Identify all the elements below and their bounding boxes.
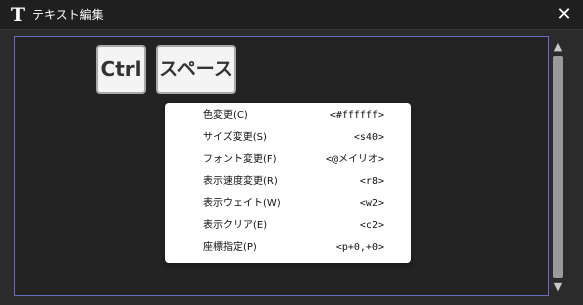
menu-item-label: 表示ウェイト(W)	[203, 198, 281, 209]
menu-item-tag: <#ffffff>	[329, 110, 384, 121]
menu-item-label: 表示クリア(E)	[203, 220, 268, 231]
scroll-up-icon[interactable]: ▲	[551, 40, 565, 54]
ctrl-key-icon: Ctrl	[96, 45, 146, 94]
menu-item-display-clear[interactable]: 表示クリア(E) <c2>	[165, 215, 411, 237]
menu-item-speed-change[interactable]: 表示速度変更(R) <r8>	[165, 171, 411, 193]
menu-item-font-change[interactable]: フォント変更(F) <@メイリオ>	[165, 149, 411, 171]
menu-item-label: フォント変更(F)	[203, 154, 277, 165]
title-bar: T テキスト編集 ✕	[0, 0, 583, 30]
menu-item-position-set[interactable]: 座標指定(P) <p+0,+0>	[165, 237, 411, 259]
menu-item-label: 表示速度変更(R)	[203, 176, 278, 187]
menu-item-tag: <p+0,+0>	[335, 242, 384, 253]
vertical-scrollbar[interactable]: ▲ ▼	[551, 40, 565, 294]
menu-item-size-change[interactable]: サイズ変更(S) <s40>	[165, 127, 411, 149]
menu-item-tag: <@メイリオ>	[325, 154, 384, 165]
text-edit-window: T テキスト編集 ✕ Ctrl スペース 色変更(C) <#ffffff> サイ…	[0, 0, 583, 305]
menu-item-tag: <s40>	[353, 132, 384, 143]
space-key-icon: スペース	[156, 45, 236, 94]
context-menu: 色変更(C) <#ffffff> サイズ変更(S) <s40> フォント変更(F…	[165, 103, 411, 263]
menu-item-tag: <w2>	[359, 198, 384, 209]
menu-item-tag: <c2>	[359, 220, 384, 231]
menu-item-label: 色変更(C)	[203, 110, 248, 121]
close-icon[interactable]: ✕	[554, 5, 574, 25]
text-app-icon: T	[10, 4, 26, 26]
menu-item-label: サイズ変更(S)	[203, 132, 267, 143]
menu-item-label: 座標指定(P)	[203, 242, 257, 253]
scroll-down-icon[interactable]: ▼	[551, 280, 565, 294]
window-title: テキスト編集	[32, 8, 104, 22]
menu-item-tag: <r8>	[359, 176, 384, 187]
menu-item-display-wait[interactable]: 表示ウェイト(W) <w2>	[165, 193, 411, 215]
menu-item-color-change[interactable]: 色変更(C) <#ffffff>	[165, 105, 411, 127]
scroll-thumb[interactable]	[553, 56, 563, 278]
